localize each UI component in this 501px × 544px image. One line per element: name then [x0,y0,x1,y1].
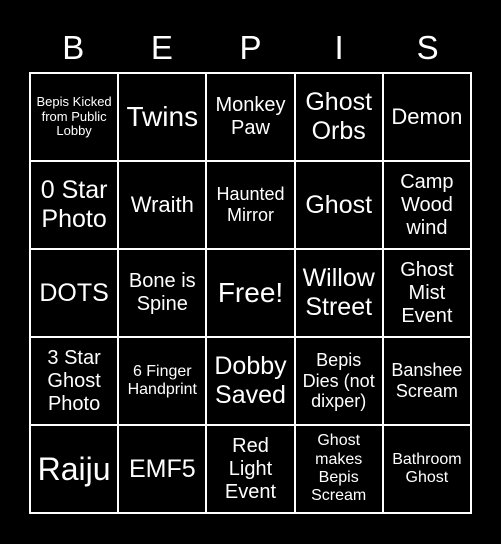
bingo-cell[interactable]: Dobby Saved [207,338,294,424]
bingo-cell[interactable]: Haunted Mirror [207,162,294,248]
bingo-cell[interactable]: Willow Street [295,250,382,336]
bingo-cell[interactable]: Bepis Kicked from Public Lobby [31,74,118,160]
bingo-cell[interactable]: Wraith [119,162,206,248]
bingo-cell[interactable]: Ghost makes Bepis Scream [295,426,382,512]
bingo-cell[interactable]: Raiju [31,426,118,512]
bingo-cell[interactable]: Ghost Orbs [295,74,382,160]
bingo-cell[interactable]: Ghost [295,162,382,248]
header-letter-s: S [416,29,439,66]
bingo-cell[interactable]: Bepis Dies (not dixper) [295,338,382,424]
bingo-cell[interactable]: EMF5 [119,426,206,512]
header-letter-p: P [239,29,262,66]
bingo-cell[interactable]: Twins [119,74,206,160]
bingo-cell[interactable]: Ghost Mist Event [383,250,470,336]
bingo-board: Bepis Kicked from Public Lobby Twins Mon… [29,72,472,514]
bingo-cell[interactable]: Bone is Spine [119,250,206,336]
bingo-cell[interactable]: Camp Wood wind [383,162,470,248]
bingo-cell[interactable]: Demon [383,74,470,160]
header-letter-e: E [150,29,173,66]
bingo-cell[interactable]: 3 Star Ghost Photo [31,338,118,424]
bingo-cell[interactable]: 0 Star Photo [31,162,118,248]
bingo-cell[interactable]: 6 Finger Handprint [119,338,206,424]
bingo-cell[interactable]: Red Light Event [207,426,294,512]
header-letter-b: B [62,29,85,66]
bingo-header: B E P I S [29,28,472,68]
bingo-cell[interactable]: Banshee Scream [383,338,470,424]
bingo-cell[interactable]: DOTS [31,250,118,336]
bingo-cell-free[interactable]: Free! [207,250,294,336]
bingo-cell[interactable]: Bathroom Ghost [383,426,470,512]
header-letter-i: I [334,29,344,66]
bingo-cell[interactable]: Monkey Paw [207,74,294,160]
